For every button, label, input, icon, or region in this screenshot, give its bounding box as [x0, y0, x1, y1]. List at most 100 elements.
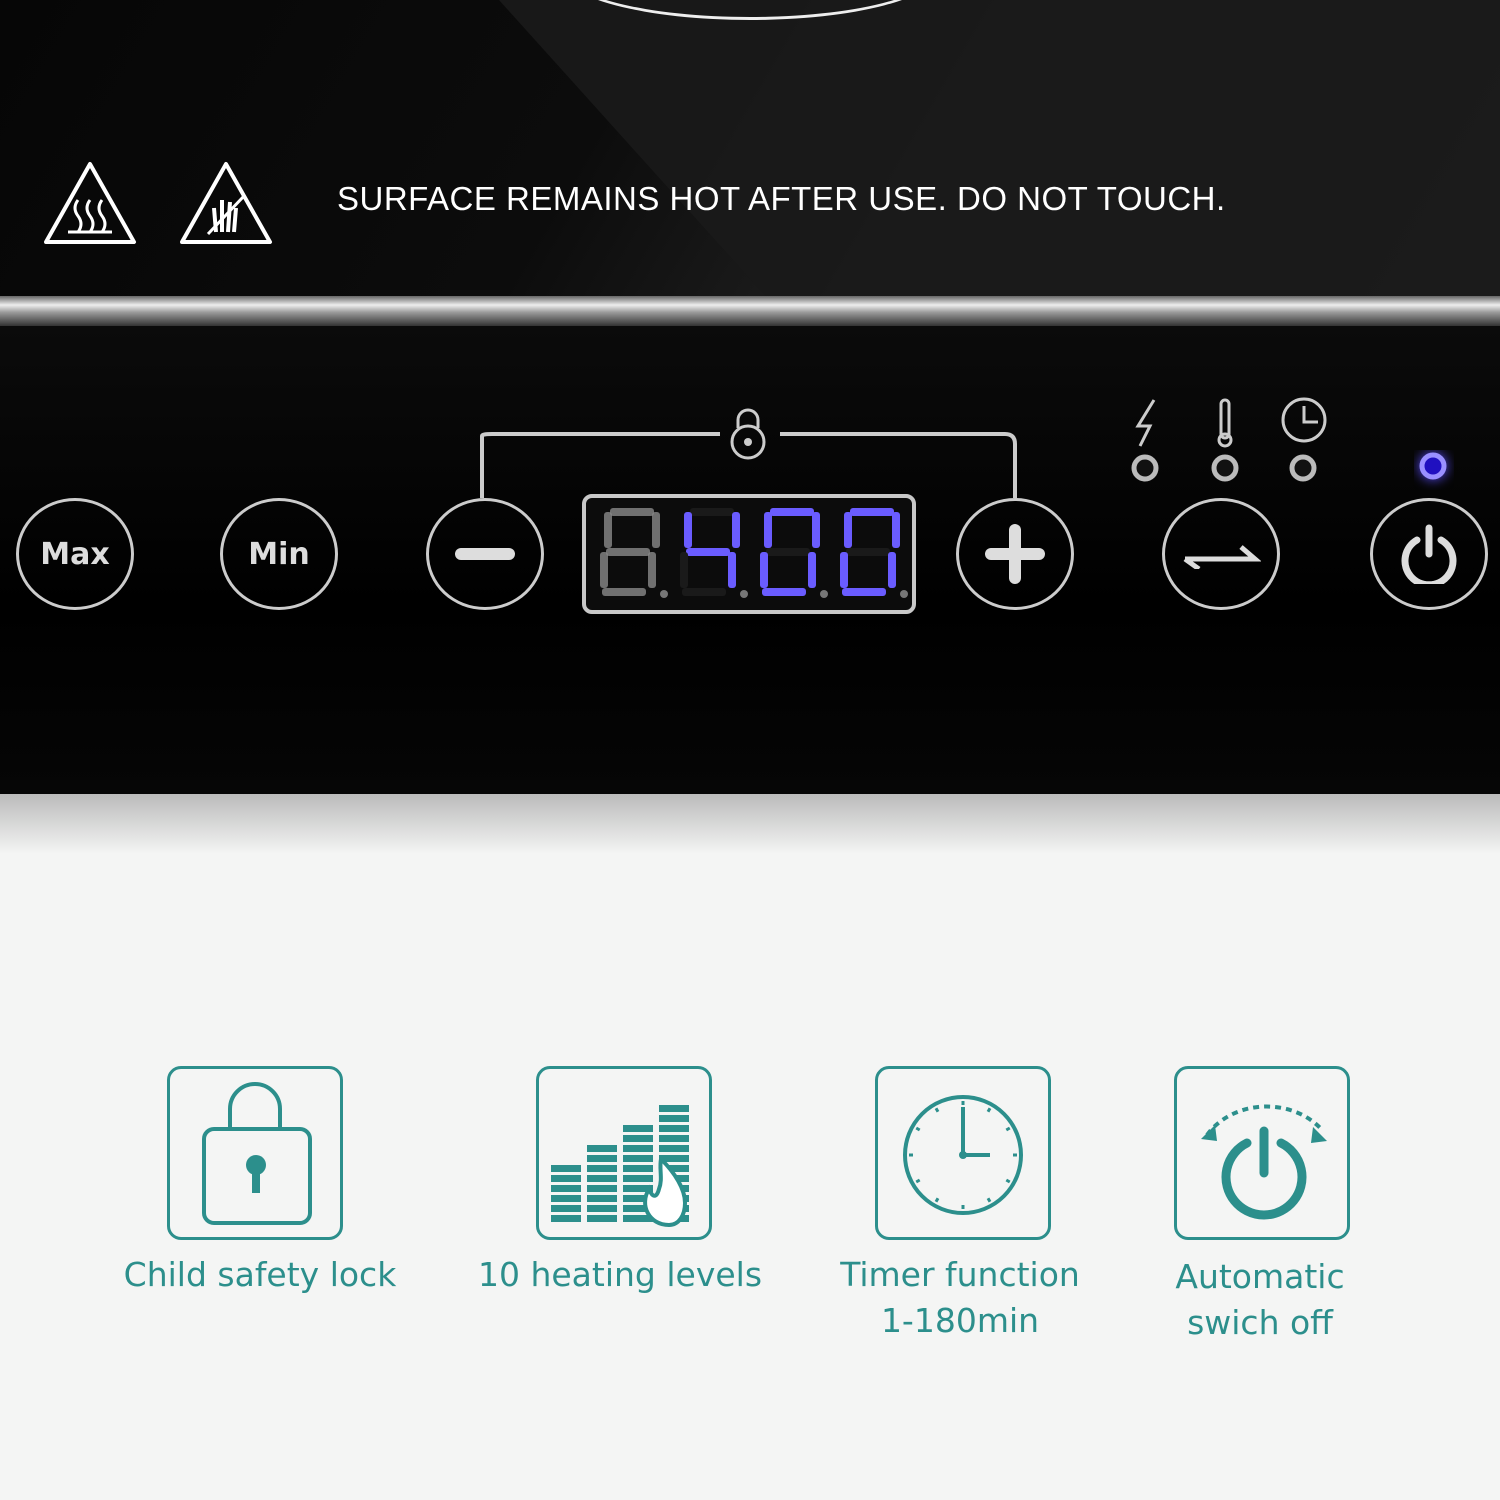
display-segment: [766, 548, 810, 556]
display-segment: [888, 552, 896, 588]
feature-label: 10 heating levels: [477, 1255, 763, 1294]
display-segment: [850, 508, 894, 516]
clock-tick: [986, 1107, 992, 1113]
level-bar: [659, 1115, 689, 1122]
display-segment: [762, 588, 806, 596]
level-bar: [623, 1145, 653, 1152]
metal-rail: [0, 296, 1500, 326]
indicator-led: [1211, 454, 1239, 482]
display-segment: [602, 588, 646, 596]
max-button[interactable]: Max: [16, 498, 134, 610]
feature-label: Automatic swich off: [1175, 1257, 1345, 1342]
level-bar: [587, 1215, 617, 1222]
clock-tick: [934, 1107, 940, 1113]
power-icon: [1401, 524, 1457, 584]
level-bar: [623, 1125, 653, 1132]
display-dot: [660, 590, 668, 598]
display-segment: [606, 548, 650, 556]
power-icon: [1135, 399, 1156, 447]
clock-tick: [934, 1197, 940, 1203]
lock-bracket: [480, 408, 1017, 498]
plus-button[interactable]: [956, 498, 1074, 610]
display-segment: [610, 508, 654, 516]
display-segment: [604, 512, 612, 548]
display-segment: [686, 548, 730, 556]
hob-surface: SURFACE REMAINS HOT AFTER USE. DO NOT TO…: [0, 0, 1500, 300]
do-not-touch-icon: [180, 162, 272, 244]
display-segment: [732, 512, 740, 548]
indicator-led: [1131, 454, 1159, 482]
level-bar: [659, 1145, 689, 1152]
level-bar: [659, 1105, 689, 1112]
display-segment: [600, 552, 608, 588]
clock-icon: [903, 1095, 1023, 1215]
level-bar: [551, 1205, 581, 1212]
padlock-icon: [202, 1082, 312, 1225]
minus-button[interactable]: [426, 498, 544, 610]
feature-child-lock: [167, 1066, 343, 1240]
minus-icon: [455, 548, 515, 560]
level-bar: [587, 1165, 617, 1172]
clock-icon: [1281, 397, 1327, 443]
heating-levels-icon: [551, 1105, 689, 1228]
clock-tick: [1005, 1178, 1011, 1184]
feature-timer: [875, 1066, 1051, 1240]
display-dot: [820, 590, 828, 598]
display-segment: [840, 552, 848, 588]
display-segment: [682, 588, 726, 596]
hot-surface-icon: [44, 162, 136, 244]
warning-text: SURFACE REMAINS HOT AFTER USE. DO NOT TO…: [337, 180, 1226, 217]
display-segment: [812, 512, 820, 548]
level-bar: [587, 1175, 617, 1182]
display-segment: [684, 512, 692, 548]
clock-tick: [986, 1197, 992, 1203]
auto-off-icon: [1201, 1104, 1327, 1220]
power-led: [1419, 452, 1447, 480]
feature-auto-off: [1174, 1066, 1350, 1240]
power-button[interactable]: [1370, 498, 1488, 610]
display-dot: [740, 590, 748, 598]
display-segment: [892, 512, 900, 548]
level-bar: [623, 1175, 653, 1182]
level-bar: [551, 1175, 581, 1182]
display-segment: [648, 552, 656, 588]
clock-tick: [915, 1178, 921, 1184]
thermometer-icon: [1217, 398, 1233, 448]
level-bar: [587, 1145, 617, 1152]
function-switch-button[interactable]: [1162, 498, 1280, 610]
level-bar: [659, 1125, 689, 1132]
level-bar: [623, 1165, 653, 1172]
display-segment: [728, 552, 736, 588]
display-segment: [770, 508, 814, 516]
level-bar: [659, 1135, 689, 1142]
level-bar: [623, 1135, 653, 1142]
indicator-led: [1289, 454, 1317, 482]
display-segment: [844, 512, 852, 548]
level-bar: [587, 1185, 617, 1192]
display-segment: [680, 552, 688, 588]
feature-label: Child safety lock: [123, 1255, 397, 1294]
level-bar: [587, 1195, 617, 1202]
clock-tick: [915, 1126, 921, 1132]
digital-display: [582, 494, 916, 614]
level-bar: [551, 1195, 581, 1202]
feature-label: Timer function 1-180min: [840, 1255, 1080, 1340]
plus-icon: [985, 524, 1045, 584]
display-segment: [764, 512, 772, 548]
level-bar: [623, 1155, 653, 1162]
level-bar: [551, 1185, 581, 1192]
level-bar: [587, 1155, 617, 1162]
display-dot: [900, 590, 908, 598]
control-panel: Max Min: [0, 326, 1500, 794]
lock-icon: [730, 408, 766, 460]
swap-arrows-icon: [1183, 545, 1261, 569]
display-segment: [842, 588, 886, 596]
indicator-row: [1131, 397, 1327, 482]
level-bar: [551, 1215, 581, 1222]
display-segment: [846, 548, 890, 556]
feature-heating-levels: [536, 1066, 712, 1240]
display-segment: [760, 552, 768, 588]
min-button[interactable]: Min: [220, 498, 338, 610]
display-segment: [652, 512, 660, 548]
display-segment: [690, 508, 734, 516]
